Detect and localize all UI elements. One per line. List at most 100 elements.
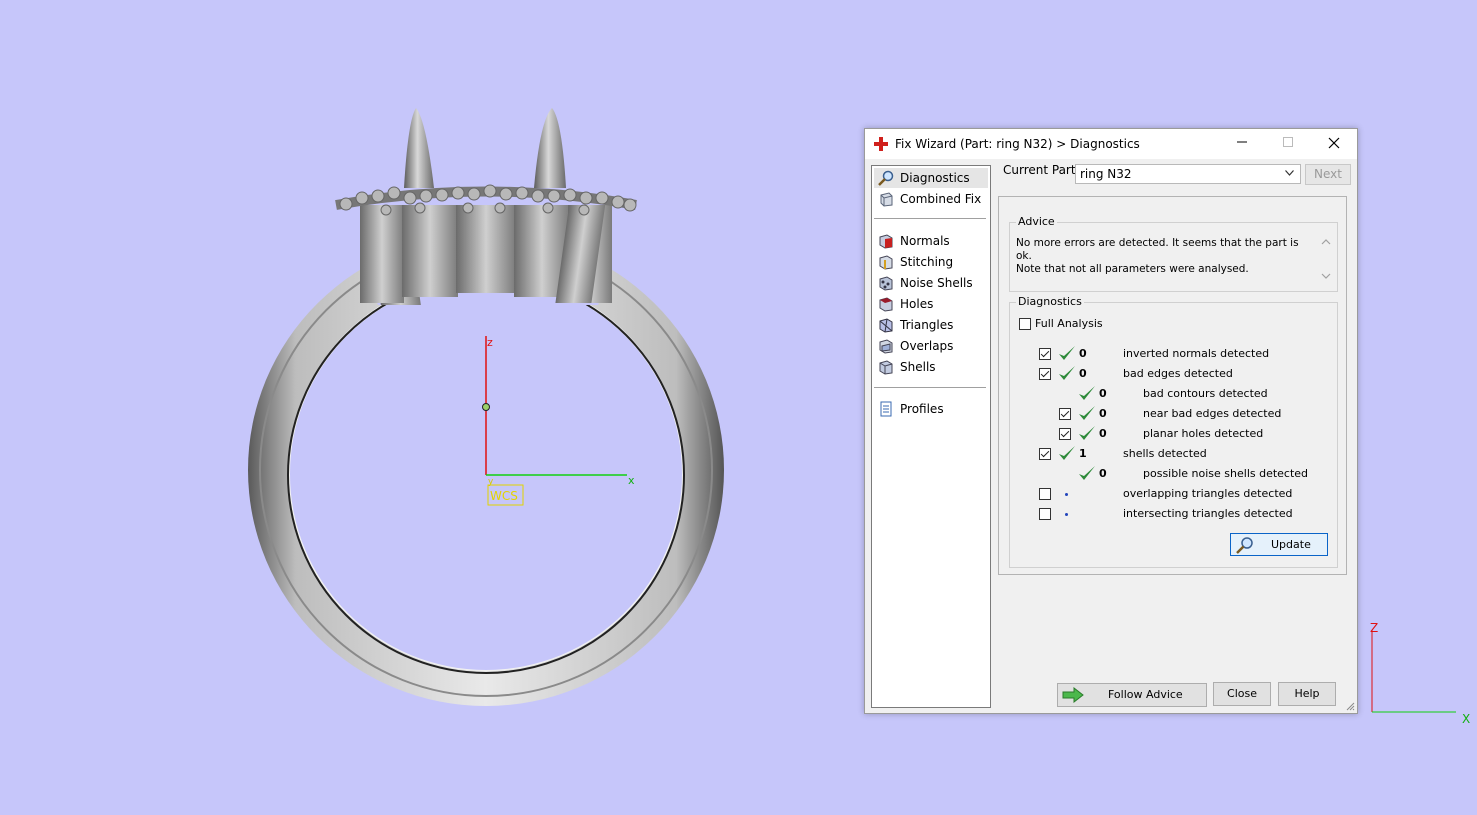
diagnostic-label: shells detected [1123,447,1207,460]
current-part-label: Current Part: [1003,163,1080,177]
scroll-down-icon[interactable] [1321,273,1331,279]
diagnostic-label: bad edges detected [1123,367,1233,380]
nav-item-shells[interactable]: Shells [878,357,936,377]
diagnostic-row: intersecting triangles detected [1010,504,1330,524]
diagnostic-checkbox[interactable] [1039,488,1051,500]
diagnostic-row: 1 shells detected [1010,444,1330,464]
update-button[interactable]: Update [1230,533,1328,556]
overlaps-cube-icon [879,339,893,354]
diagnostics-title: Diagnostics [1016,295,1084,308]
nav-item-label: Overlaps [900,339,954,353]
nav-item-label: Stitching [900,255,954,269]
nav-item-triangles[interactable]: Triangles [878,315,953,335]
current-part-dropdown[interactable]: ring N32 [1075,164,1301,184]
diagnostic-count: 0 [1079,347,1087,360]
nav-item-label: Holes [900,297,934,311]
diagnostic-row: 0 planar holes detected [1010,424,1330,444]
next-button[interactable]: Next [1305,164,1351,185]
nav-divider [874,218,986,219]
corner-axis-triad: Z X [1370,621,1470,726]
nav-item-normals[interactable]: Normals [878,231,950,251]
nav-item-profiles[interactable]: Profiles [878,399,944,419]
nav-item-label: Diagnostics [900,171,970,185]
green-check-icon [1079,426,1095,440]
diagnostic-checkbox[interactable] [1059,408,1071,420]
diagnostic-row: 0 near bad edges detected [1010,404,1330,424]
pending-dot-icon [1065,513,1068,516]
green-check-icon [1059,346,1075,360]
noise-shells-icon [879,276,893,291]
nav-item-label: Noise Shells [900,276,973,290]
diagnostic-checkbox[interactable] [1039,508,1051,520]
diagnostic-row: overlapping triangles detected [1010,484,1330,504]
diagnostic-count: 0 [1099,427,1107,440]
advice-scrollbar[interactable] [1319,235,1333,283]
advice-line-2: Note that not all parameters were analys… [1016,263,1249,275]
diagnostic-checkbox[interactable] [1039,348,1051,360]
advice-line-1: No more errors are detected. It seems th… [1016,237,1299,262]
normals-cube-icon [879,234,893,249]
help-button[interactable]: Help [1278,682,1336,706]
nav-item-overlaps[interactable]: Overlaps [878,336,953,356]
diagnostic-checkbox[interactable] [1059,428,1071,440]
scroll-up-icon[interactable] [1321,239,1331,245]
magnifier-icon [878,170,894,186]
nav-item-holes[interactable]: Holes [878,294,933,314]
wizard-nav-panel: Diagnostics Combined Fix Normals Stitchi… [871,165,991,708]
maximize-button[interactable] [1265,129,1311,159]
update-button-label: Update [1271,538,1311,551]
diagnostic-label: overlapping triangles detected [1123,487,1293,500]
close-button[interactable]: Close [1213,682,1271,706]
advice-group: Advice No more errors are detected. It s… [1009,215,1338,292]
corner-axis-z-label: Z [1370,621,1378,635]
pending-dot-icon [1065,493,1068,496]
diagnostic-label: planar holes detected [1143,427,1264,440]
green-check-icon [1059,366,1075,380]
minimize-button[interactable] [1219,129,1265,159]
diagnostic-count: 0 [1099,467,1107,480]
chevron-down-icon [1285,170,1294,176]
diagnostic-row: 0 bad contours detected [1010,384,1330,404]
axis-x-label: x [628,474,635,487]
close-icon [1328,137,1340,149]
red-cross-app-icon [874,137,888,151]
close-window-button[interactable] [1311,129,1357,159]
maximize-icon [1283,137,1293,147]
nav-item-label: Triangles [900,318,954,332]
resize-grip-icon[interactable] [1345,701,1355,711]
dialog-titlebar[interactable]: Fix Wizard (Part: ring N32) > Diagnostic… [865,129,1357,159]
green-check-icon [1079,466,1095,480]
nav-item-label: Combined Fix [900,192,982,206]
diagnostic-row: 0 possible noise shells detected [1010,464,1330,484]
diagnostics-group: Diagnostics Full Analysis 0 inverted norm… [1009,295,1338,568]
stitching-cube-icon [879,255,893,270]
wcs-label: WCS [490,489,518,503]
nav-item-stitching[interactable]: Stitching [878,252,953,272]
nav-item-label: Normals [900,234,950,248]
follow-advice-button[interactable]: Follow Advice [1057,683,1207,707]
shells-cube-icon [879,360,893,375]
diagnostic-label: possible noise shells detected [1143,467,1309,480]
diagnostic-row: 0 bad edges detected [1010,364,1330,384]
magnifier-icon [1236,537,1253,554]
minimize-icon [1237,141,1247,143]
diagnostic-label: intersecting triangles detected [1123,507,1293,520]
full-analysis-label: Full Analysis [1035,317,1103,330]
nav-item-noise-shells[interactable]: Noise Shells [878,273,973,293]
nav-item-combined-fix[interactable]: Combined Fix [878,189,981,209]
nav-item-diagnostics[interactable]: Diagnostics [874,168,988,188]
green-check-icon [1059,446,1075,460]
diagnostic-count: 1 [1079,447,1087,460]
diagnostic-row: 0 inverted normals detected [1010,344,1330,364]
full-analysis-checkbox[interactable] [1019,318,1031,330]
diagnostic-checkbox[interactable] [1039,368,1051,380]
diagnostic-label: near bad edges detected [1143,407,1282,420]
green-check-icon [1079,386,1095,400]
diagnostic-label: inverted normals detected [1123,347,1270,360]
diagnostic-label: bad contours detected [1143,387,1268,400]
diagnostic-count: 0 [1079,367,1087,380]
advice-text: No more errors are detected. It seems th… [1016,237,1308,276]
diagnostic-checkbox[interactable] [1039,448,1051,460]
current-part-value: ring N32 [1080,167,1132,181]
nav-divider [874,387,986,388]
